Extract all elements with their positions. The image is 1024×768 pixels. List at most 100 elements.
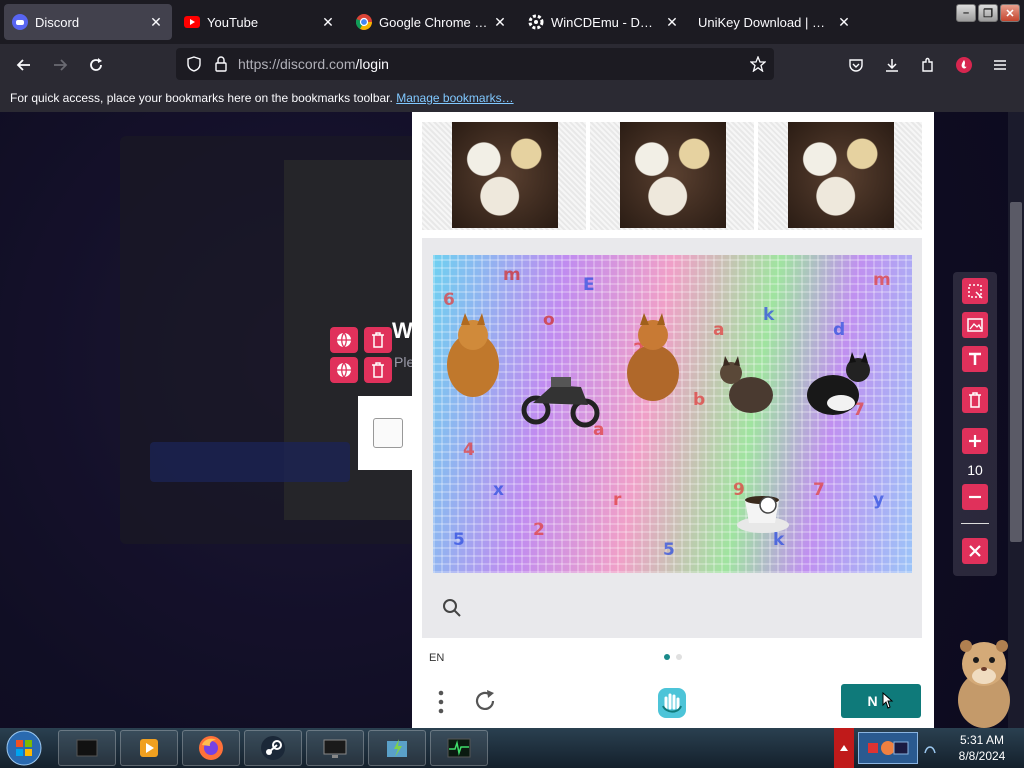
image-icon[interactable] — [962, 312, 988, 338]
tray-expand-icon[interactable] — [834, 728, 854, 768]
shield-icon[interactable] — [186, 56, 202, 72]
taskbar-app-firefox[interactable] — [182, 730, 240, 766]
globe-icon[interactable] — [330, 357, 358, 383]
challenge-area: 6 m o E 2 a k d m 4 x 2 r 5 9 7 y — [422, 238, 922, 638]
tab-title: Discord — [35, 14, 80, 30]
search-icon[interactable] — [442, 598, 462, 623]
scrollbar-thumb[interactable] — [1010, 202, 1022, 542]
close-icon[interactable]: ✕ — [836, 14, 852, 30]
example-image — [590, 122, 754, 230]
taskbar-app-steam[interactable] — [244, 730, 302, 766]
refresh-icon[interactable] — [472, 688, 498, 719]
chrome-icon — [356, 14, 372, 30]
dog-object — [627, 313, 679, 401]
more-options-icon[interactable] — [438, 690, 444, 719]
manage-bookmarks-link[interactable]: Manage bookmarks… — [396, 91, 513, 105]
decrease-icon[interactable] — [962, 484, 988, 510]
next-button[interactable]: N — [841, 684, 921, 718]
close-icon[interactable]: ✕ — [492, 14, 508, 30]
close-icon[interactable]: ✕ — [320, 14, 336, 30]
taskbar-app-installer[interactable] — [368, 730, 426, 766]
reload-icon[interactable] — [80, 49, 112, 81]
svg-text:k: k — [763, 305, 775, 325]
svg-text:9: 9 — [733, 480, 745, 500]
food-image — [788, 122, 894, 228]
url-text: https://discord.com/login — [238, 56, 389, 72]
food-image — [620, 122, 726, 228]
clock-date: 8/8/2024 — [958, 749, 1006, 763]
trash-icon[interactable] — [364, 327, 392, 353]
tab-title: UniKey Download | UniK — [698, 14, 832, 30]
menu-icon[interactable] — [984, 49, 1016, 81]
system-tray: 5:31 AM 8/8/2024 — [834, 728, 1024, 768]
page-indicator — [664, 654, 682, 660]
text-icon[interactable] — [962, 346, 988, 372]
example-image — [422, 122, 586, 230]
size-value: 10 — [967, 462, 983, 478]
download-icon[interactable] — [876, 49, 908, 81]
svg-text:x: x — [493, 480, 504, 500]
tray-apps-icon[interactable] — [858, 732, 918, 764]
svg-text:7: 7 — [813, 480, 825, 500]
network-icon[interactable] — [920, 741, 940, 755]
login-title: W — [392, 318, 413, 343]
tab-discord[interactable]: Discord ✕ — [4, 4, 172, 40]
back-icon[interactable] — [8, 49, 40, 81]
star-icon[interactable] — [750, 56, 766, 72]
example-image — [758, 122, 922, 230]
increase-icon[interactable] — [962, 428, 988, 454]
tab-wincdemu[interactable]: WinCDEmu - Downl ✕ — [520, 4, 688, 40]
svg-text:m: m — [503, 265, 521, 285]
taskbar-app-monitor[interactable] — [306, 730, 364, 766]
close-icon[interactable] — [962, 538, 988, 564]
svg-text:y: y — [873, 490, 884, 510]
svg-text:a: a — [713, 320, 724, 340]
tab-title: WinCDEmu - Downl — [551, 14, 660, 30]
challenge-image[interactable]: 6 m o E 2 a k d m 4 x 2 r 5 9 7 y — [433, 255, 912, 573]
extensions-icon[interactable] — [912, 49, 944, 81]
svg-text:4: 4 — [463, 440, 475, 460]
close-icon[interactable]: ✕ — [664, 14, 680, 30]
tab-youtube[interactable]: YouTube ✕ — [176, 4, 344, 40]
translate-tools — [330, 327, 392, 383]
globe-icon[interactable] — [330, 327, 358, 353]
svg-text:b: b — [693, 390, 705, 410]
svg-text:2: 2 — [533, 520, 545, 540]
restore-icon[interactable]: ❐ — [978, 4, 998, 22]
tab-unikey[interactable]: UniKey Download | UniK ✕ — [692, 4, 860, 40]
forward-icon[interactable] — [44, 49, 76, 81]
pocket-icon[interactable] — [840, 49, 872, 81]
toolbar-buttons — [840, 49, 1016, 81]
youtube-icon — [184, 14, 200, 30]
svg-text:k: k — [773, 530, 785, 550]
select-region-icon[interactable] — [962, 278, 988, 304]
tab-title: Google Chrome - Th — [379, 14, 488, 30]
divider — [961, 523, 989, 524]
taskbar-app-media[interactable] — [120, 730, 178, 766]
cat-object — [720, 356, 773, 413]
svg-text:6: 6 — [443, 290, 455, 310]
svg-text:r: r — [613, 490, 622, 510]
minimize-icon[interactable]: – — [956, 4, 976, 22]
tab-google-chrome[interactable]: Google Chrome - Th ✕ — [348, 4, 516, 40]
language-selector[interactable]: EN — [429, 652, 444, 664]
url-bar[interactable]: https://discord.com/login — [176, 48, 774, 80]
window-close-icon[interactable]: ✕ — [1000, 4, 1020, 22]
taskbar-app-cube[interactable] — [58, 730, 116, 766]
trash-icon[interactable] — [364, 357, 392, 383]
food-image — [452, 122, 558, 228]
lock-icon[interactable] — [214, 56, 228, 72]
hamster-mascot — [958, 640, 1010, 728]
account-icon[interactable] — [948, 49, 980, 81]
cursor-icon — [882, 691, 893, 709]
captcha-checkbox[interactable] — [373, 418, 403, 448]
taskbar-app-monitor-graph[interactable] — [430, 730, 488, 766]
svg-text:o: o — [543, 310, 555, 330]
example-images — [422, 122, 922, 230]
delete-icon[interactable] — [962, 387, 988, 413]
close-icon[interactable]: ✕ — [148, 14, 164, 30]
start-button[interactable] — [0, 728, 48, 768]
clock[interactable]: 5:31 AM 8/8/2024 — [940, 732, 1024, 764]
tab-title: YouTube — [207, 14, 259, 30]
page-dot-active — [664, 654, 670, 660]
